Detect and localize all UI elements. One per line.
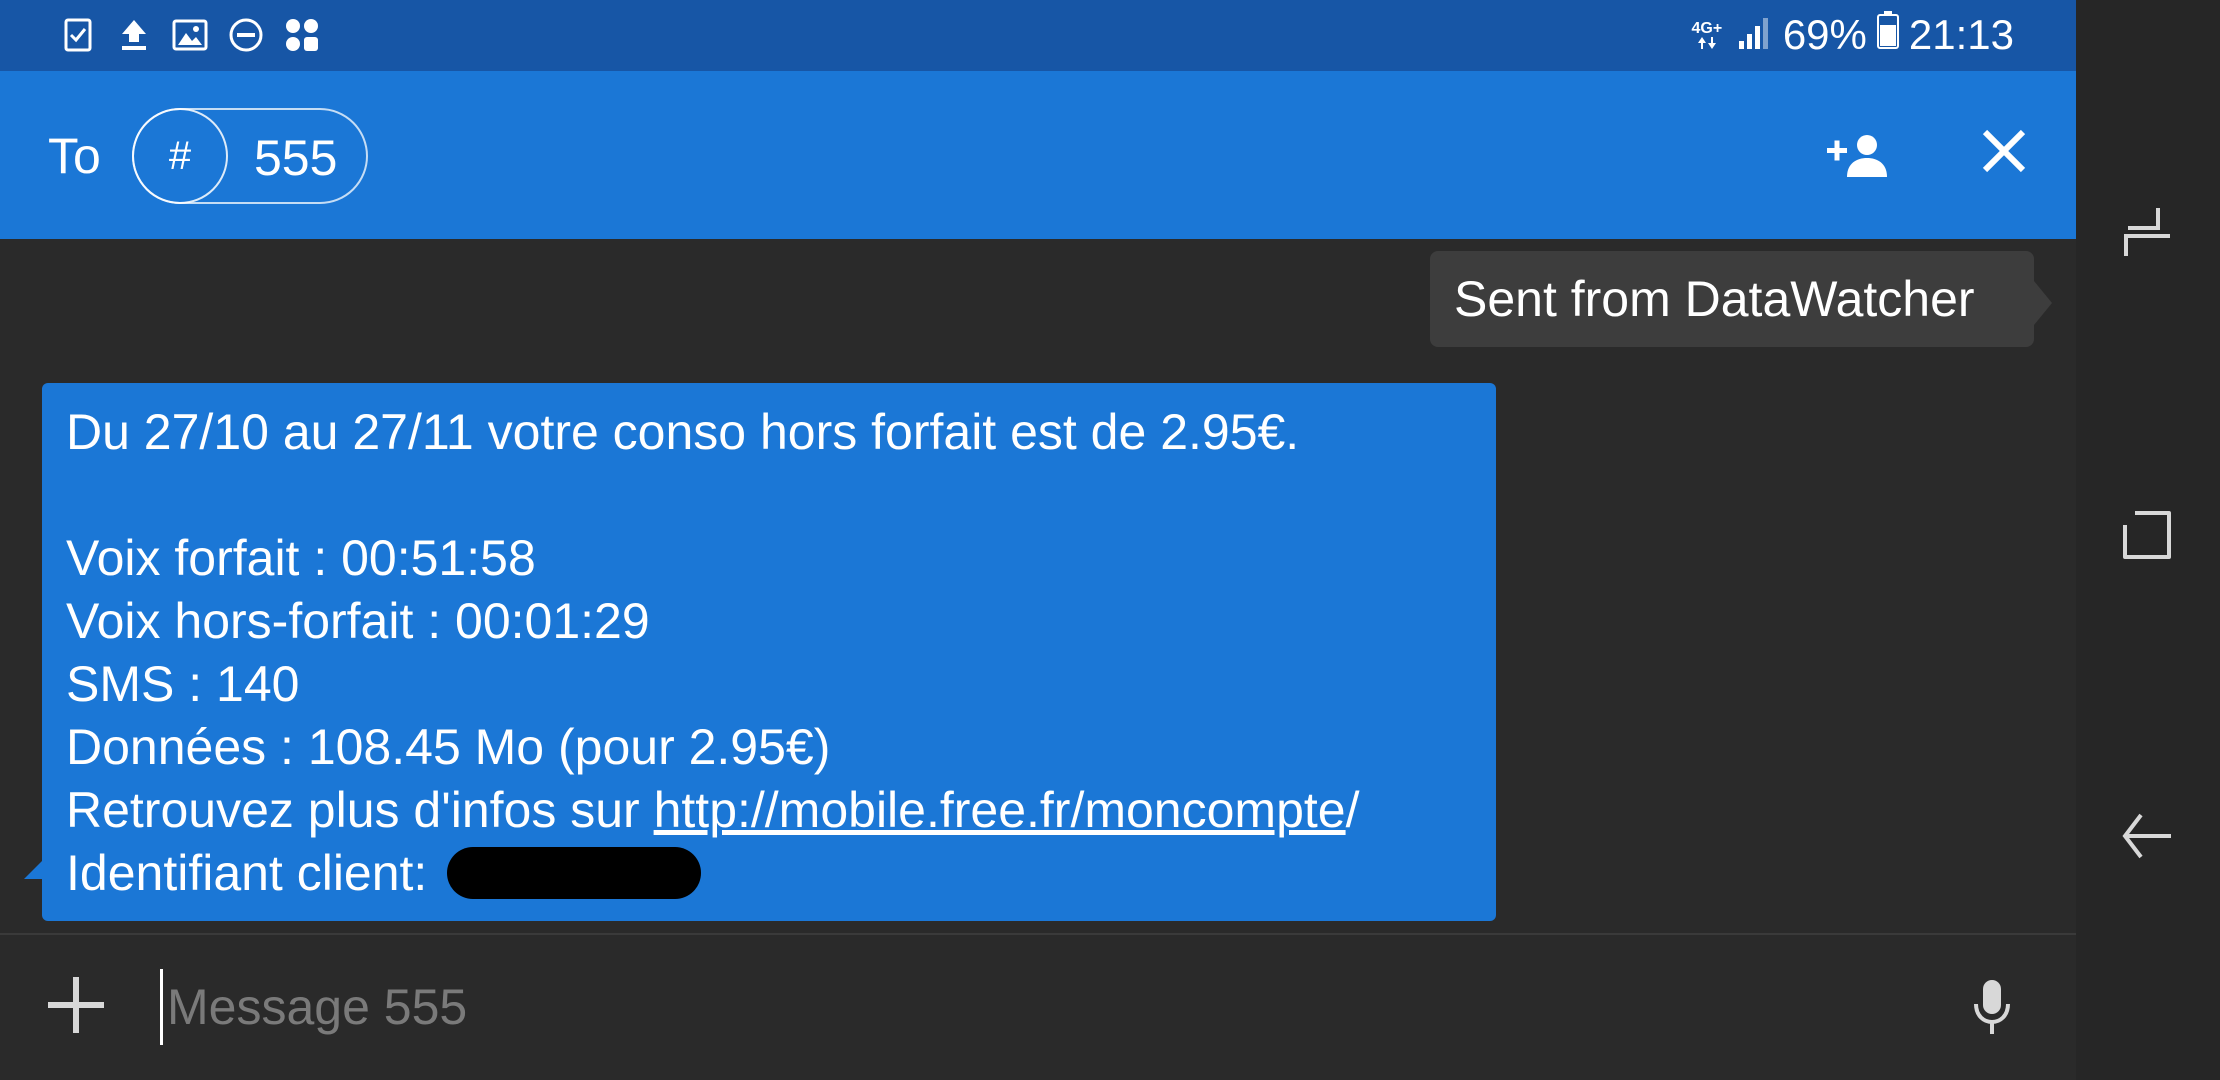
message-info-line: Retrouvez plus d'infos sur http://mobile…	[66, 779, 1472, 842]
recipient-header: To # 555	[0, 71, 2076, 239]
clock: 21:13	[1908, 11, 2014, 58]
system-status: 4G+ 69% 21:13	[1687, 10, 2014, 60]
home-icon	[2121, 509, 2175, 568]
network-type: 4G+	[1687, 21, 1727, 49]
message-line: Du 27/10 au 27/11 votre conso hors forfa…	[66, 404, 1300, 460]
plus-icon	[46, 975, 106, 1040]
app-shortcuts-icon	[284, 17, 320, 53]
message-line: Voix hors-forfait : 00:01:29	[66, 593, 650, 649]
number-type-badge: #	[132, 108, 228, 204]
client-id-line: Identifiant client:	[66, 842, 1472, 905]
microphone-icon	[1972, 978, 2012, 1043]
person-add-icon	[1827, 133, 1889, 182]
recent-apps-icon	[2122, 204, 2174, 265]
status-bar: 4G+ 69% 21:13	[0, 0, 2076, 71]
signal-icon	[1737, 11, 1773, 59]
battery-percent: 69%	[1782, 11, 1867, 58]
home-button[interactable]	[2118, 508, 2178, 568]
redacted-client-id	[447, 846, 702, 899]
info-prefix: Retrouvez plus d'infos sur	[66, 782, 654, 838]
client-id-label: Identifiant client:	[66, 845, 442, 901]
messaging-screen: 4G+ 69% 21:13 To # 555 Sent from DataWat…	[0, 0, 2076, 1080]
tooltip-tail	[2034, 281, 2052, 325]
info-suffix: /	[1345, 782, 1360, 838]
back-icon	[2121, 809, 2175, 868]
bubble-tail	[24, 859, 44, 879]
notification-icons	[60, 14, 320, 56]
back-button[interactable]	[2118, 808, 2178, 868]
close-button[interactable]	[1972, 121, 2036, 185]
image-icon	[172, 17, 208, 53]
recent-apps-button[interactable]	[2118, 204, 2178, 264]
sender-tooltip: Sent from DataWatcher	[1430, 251, 2034, 347]
message-input[interactable]	[160, 969, 1900, 1045]
voice-input-button[interactable]	[1962, 975, 2022, 1045]
do-not-disturb-icon	[228, 17, 264, 53]
account-link[interactable]: http://mobile.free.fr/moncompte	[654, 782, 1346, 838]
close-icon	[1981, 128, 2027, 179]
battery-icon	[1876, 11, 1899, 59]
task-check-icon	[60, 17, 96, 53]
message-line: Voix forfait : 00:51:58	[66, 530, 536, 586]
navigation-bar	[2076, 0, 2220, 1080]
recipient-chip[interactable]: # 555	[132, 108, 368, 204]
add-contact-button[interactable]	[1820, 121, 1896, 193]
incoming-message-bubble[interactable]: Du 27/10 au 27/11 votre conso hors forfa…	[42, 383, 1496, 921]
recipient-number: 555	[254, 130, 338, 186]
composer-bar	[0, 935, 2076, 1080]
message-line: SMS : 140	[66, 656, 300, 712]
upload-icon	[116, 17, 152, 53]
message-line: Données : 108.45 Mo (pour 2.95€)	[66, 719, 831, 775]
attach-button[interactable]	[44, 975, 108, 1039]
to-label: To	[48, 128, 101, 184]
message-list[interactable]: Sent from DataWatcher Du 27/10 au 27/11 …	[0, 239, 2076, 933]
